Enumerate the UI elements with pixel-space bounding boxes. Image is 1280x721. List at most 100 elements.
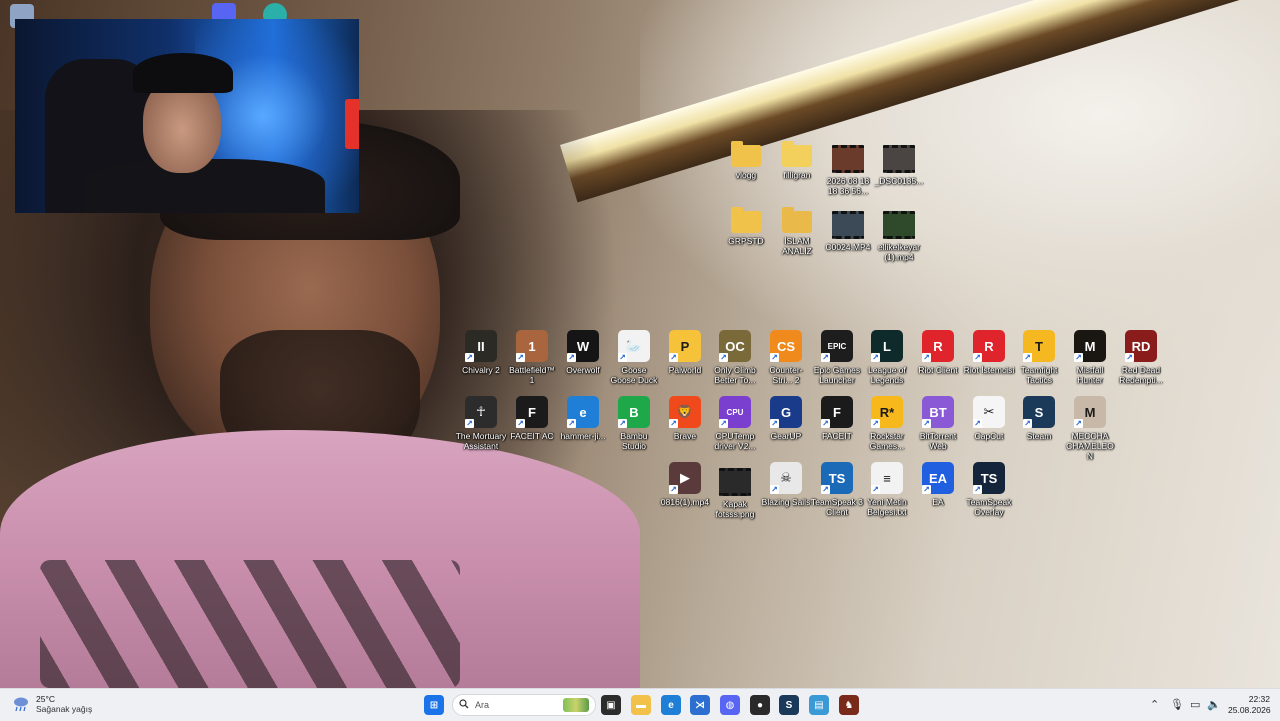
desktop-icon[interactable]: S ↗ Steam (1013, 396, 1065, 441)
desktop-icon[interactable]: G ↗ GearUP (760, 396, 812, 441)
desktop-icon[interactable]: RD ↗ Red Dead Redempti... (1115, 330, 1167, 385)
desktop-icon[interactable]: R ↗ Riot İstemcisi (963, 330, 1015, 375)
folder-icon (782, 207, 812, 233)
taskbar-search[interactable]: Ara (452, 694, 596, 716)
app-glyph: P (680, 338, 690, 354)
wallpaper-shirt-print (40, 560, 460, 688)
desktop-icon[interactable]: _DSC0135... (873, 139, 925, 186)
app-glyph: F (528, 404, 536, 420)
shortcut-arrow-icon: ↗ (618, 353, 627, 362)
desktop-icon[interactable]: 1 ↗ Battlefield™ 1 (506, 330, 558, 385)
desktop-icon-label: ellikelkeyar (1).mp4 (877, 242, 921, 262)
taskbar-windows-start-icon[interactable]: ⊞ (424, 695, 444, 715)
rain-cloud-icon (12, 695, 30, 713)
desktop-icon[interactable]: GRPSTD (720, 205, 772, 246)
taskbar-game-app-icon[interactable]: ♞ (839, 695, 859, 715)
taskbar-obs-icon[interactable]: ● (750, 695, 770, 715)
taskbar-steam-icon[interactable]: S (779, 695, 799, 715)
app-glyph: 🦁 (676, 404, 694, 419)
app-glyph: CPU (726, 407, 744, 417)
desktop-icon[interactable]: ellikelkeyar (1).mp4 (873, 205, 925, 262)
desktop-icon[interactable]: Kapak fotsss.png (709, 462, 761, 519)
desktop-icon[interactable]: 🦁 ↗ Brave (659, 396, 711, 441)
desktop-icon[interactable]: ≡ ↗ Yeni Metin Belgesi.txt (861, 462, 913, 517)
microphone-icon[interactable]: 🎙 (1170, 698, 1184, 711)
app-glyph: 1 (528, 338, 536, 354)
desktop-icon-label: CPUTemp driver V2... (714, 431, 756, 451)
desktop-icon-label: Bambu Studio (620, 431, 648, 451)
folder-icon (782, 141, 812, 167)
taskbar-file-explorer-icon[interactable]: ▬ (631, 695, 651, 715)
desktop-icon[interactable]: W ↗ Overwolf (557, 330, 609, 375)
app-glyph: R (933, 338, 943, 354)
desktop-icon[interactable]: R ↗ Riot Client (912, 330, 964, 375)
app-icon: M ↗ (1074, 396, 1106, 428)
app-glyph: e (579, 404, 587, 420)
desktop-icon-label: EA (932, 497, 944, 507)
desktop-icon[interactable]: EA ↗ EA (912, 462, 964, 507)
desktop-icon[interactable]: L ↗ League of Legends (861, 330, 913, 385)
shortcut-arrow-icon: ↗ (1074, 353, 1083, 362)
chevron-up-icon[interactable]: ⌃ (1150, 698, 1159, 711)
desktop-icon[interactable]: ☥ ↗ The Mortuary Assistant (455, 396, 507, 451)
desktop-icon-label: Only Climb Better To... (714, 365, 756, 385)
desktop-icon[interactable]: II ↗ Chivalry 2 (455, 330, 507, 375)
shortcut-arrow-icon: ↗ (567, 419, 576, 428)
desktop-icon[interactable]: BT ↗ BitTorrent Web (912, 396, 964, 451)
desktop-icon[interactable]: M ↗ MECCHA CHAMELEON (1064, 396, 1116, 461)
desktop-icon[interactable]: EPIC ↗ Epic Games Launcher (811, 330, 863, 385)
desktop-icon[interactable]: e ↗ hammer-ji... (557, 396, 609, 441)
weather-temperature: 25°C (36, 694, 55, 704)
desktop-icon[interactable]: ▶ ↗ 0816(1).mp4 (659, 462, 711, 507)
desktop-icon[interactable]: F ↗ FACEIT AC (506, 396, 558, 441)
desktop-icon-label: Brave (673, 431, 697, 441)
app-glyph: TS (828, 470, 846, 486)
shortcut-arrow-icon: ↗ (973, 419, 982, 428)
shortcut-arrow-icon: ↗ (567, 353, 576, 362)
app-icon: G ↗ (770, 396, 802, 428)
desktop-icon[interactable]: 2026 08 18 18 36 56... (822, 139, 874, 196)
desktop-icon[interactable]: ☠ ↗ Blazing Sails (760, 462, 812, 507)
desktop-icon[interactable]: M ↗ Mistfall Hunter (1064, 330, 1116, 385)
desktop-icon[interactable]: 🦢 ↗ Goose Goose Duck (608, 330, 660, 385)
taskbar-edge-icon[interactable]: e (661, 695, 681, 715)
app-icon: RD ↗ (1125, 330, 1157, 362)
desktop-icon[interactable]: P ↗ Palworld (659, 330, 711, 375)
desktop-icon[interactable]: F ↗ FACEIT (811, 396, 863, 441)
app-glyph: BT (929, 404, 947, 420)
shortcut-arrow-icon: ↗ (516, 419, 525, 428)
desktop-icon[interactable]: CPU ↗ CPUTemp driver V2... (709, 396, 761, 451)
desktop-icon-label: Goose Goose Duck (610, 365, 658, 385)
taskbar-discord-icon[interactable]: ◍ (720, 695, 740, 715)
desktop-icon[interactable]: TS ↗ TeamSpeak 3 Client (811, 462, 863, 517)
desktop-icon[interactable]: CS ↗ Counter-Stri... 2 (760, 330, 812, 385)
desktop-icon[interactable]: ✂ ↗ CapCut (963, 396, 1015, 441)
media-file-icon (883, 145, 915, 173)
desktop-icon[interactable]: OC ↗ Only Climb Better To... (709, 330, 761, 385)
desktop-icon[interactable]: filligran (771, 139, 823, 180)
taskbar-notepad-app-icon[interactable]: ▤ (809, 695, 829, 715)
app-icon: ≡ ↗ (871, 462, 903, 494)
desktop-icon[interactable]: İSLAM ANALİZ (771, 205, 823, 256)
desktop-icon[interactable]: B ↗ Bambu Studio (608, 396, 660, 451)
shortcut-arrow-icon: ↗ (770, 419, 779, 428)
desktop-icon[interactable]: C0024.MP4 (822, 205, 874, 252)
weather-widget[interactable]: 25°C Sağanak yağış (12, 694, 92, 714)
network-icon[interactable]: ▭ (1190, 698, 1200, 711)
taskbar-vscode-icon[interactable]: ⋊ (690, 695, 710, 715)
desktop-icon[interactable]: vlogg (720, 139, 772, 180)
taskbar-task-view-icon[interactable]: ▣ (601, 695, 621, 715)
app-glyph: W (576, 338, 590, 354)
desktop-icon[interactable]: T ↗ Teamfight Tactics (1013, 330, 1065, 385)
app-glyph: ☥ (476, 404, 486, 419)
desktop-icon-label: MECCHA CHAMELEON (1066, 431, 1114, 461)
volume-icon[interactable]: 🔈 (1207, 698, 1221, 711)
shortcut-arrow-icon: ↗ (871, 485, 880, 494)
app-icon: T ↗ (1023, 330, 1055, 362)
desktop-icon[interactable]: R* ↗ Rockstar Games... (861, 396, 913, 451)
system-clock[interactable]: 22:32 25.08.2026 (1228, 694, 1271, 716)
shortcut-arrow-icon: ↗ (465, 353, 474, 362)
folder-icon (731, 141, 761, 167)
app-icon: EPIC ↗ (821, 330, 853, 362)
desktop-icon[interactable]: TS ↗ TeamSpeak Overlay (963, 462, 1015, 517)
